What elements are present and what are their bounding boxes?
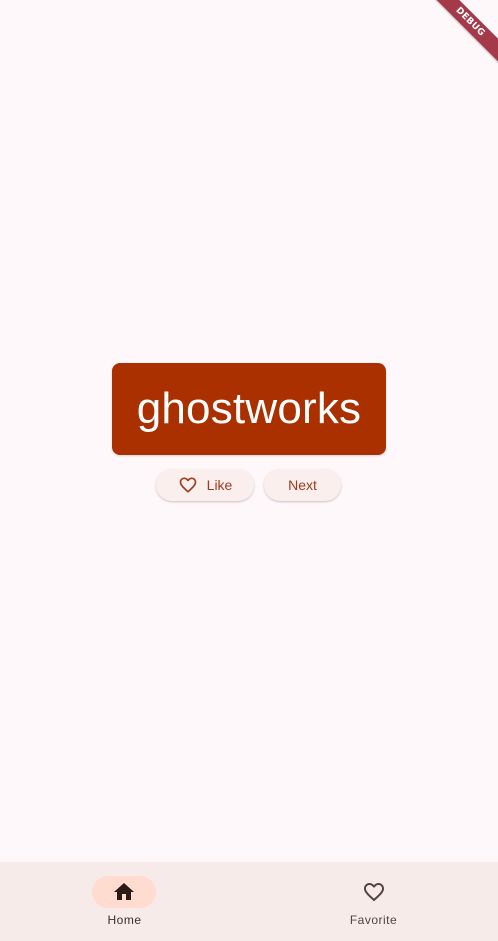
nav-label-home: Home	[107, 913, 142, 927]
app-screen: ghostworks Like Next Home Favorite DEBUG	[0, 0, 498, 941]
nav-label-favorite: Favorite	[349, 913, 398, 927]
like-button-label: Like	[206, 477, 233, 493]
next-button-label: Next	[288, 477, 317, 493]
nav-item-home[interactable]: Home	[0, 862, 249, 941]
heart-outline-icon	[178, 475, 198, 495]
home-icon	[112, 880, 136, 904]
like-button[interactable]: Like	[156, 469, 254, 501]
word-card: ghostworks	[112, 363, 386, 455]
home-page: ghostworks Like Next	[0, 0, 498, 862]
word-pair-text: ghostworks	[136, 384, 362, 433]
heart-outline-icon	[362, 880, 386, 904]
next-button[interactable]: Next	[264, 469, 341, 501]
nav-item-favorite[interactable]: Favorite	[249, 862, 498, 941]
bottom-navigation-bar: Home Favorite	[0, 862, 498, 941]
